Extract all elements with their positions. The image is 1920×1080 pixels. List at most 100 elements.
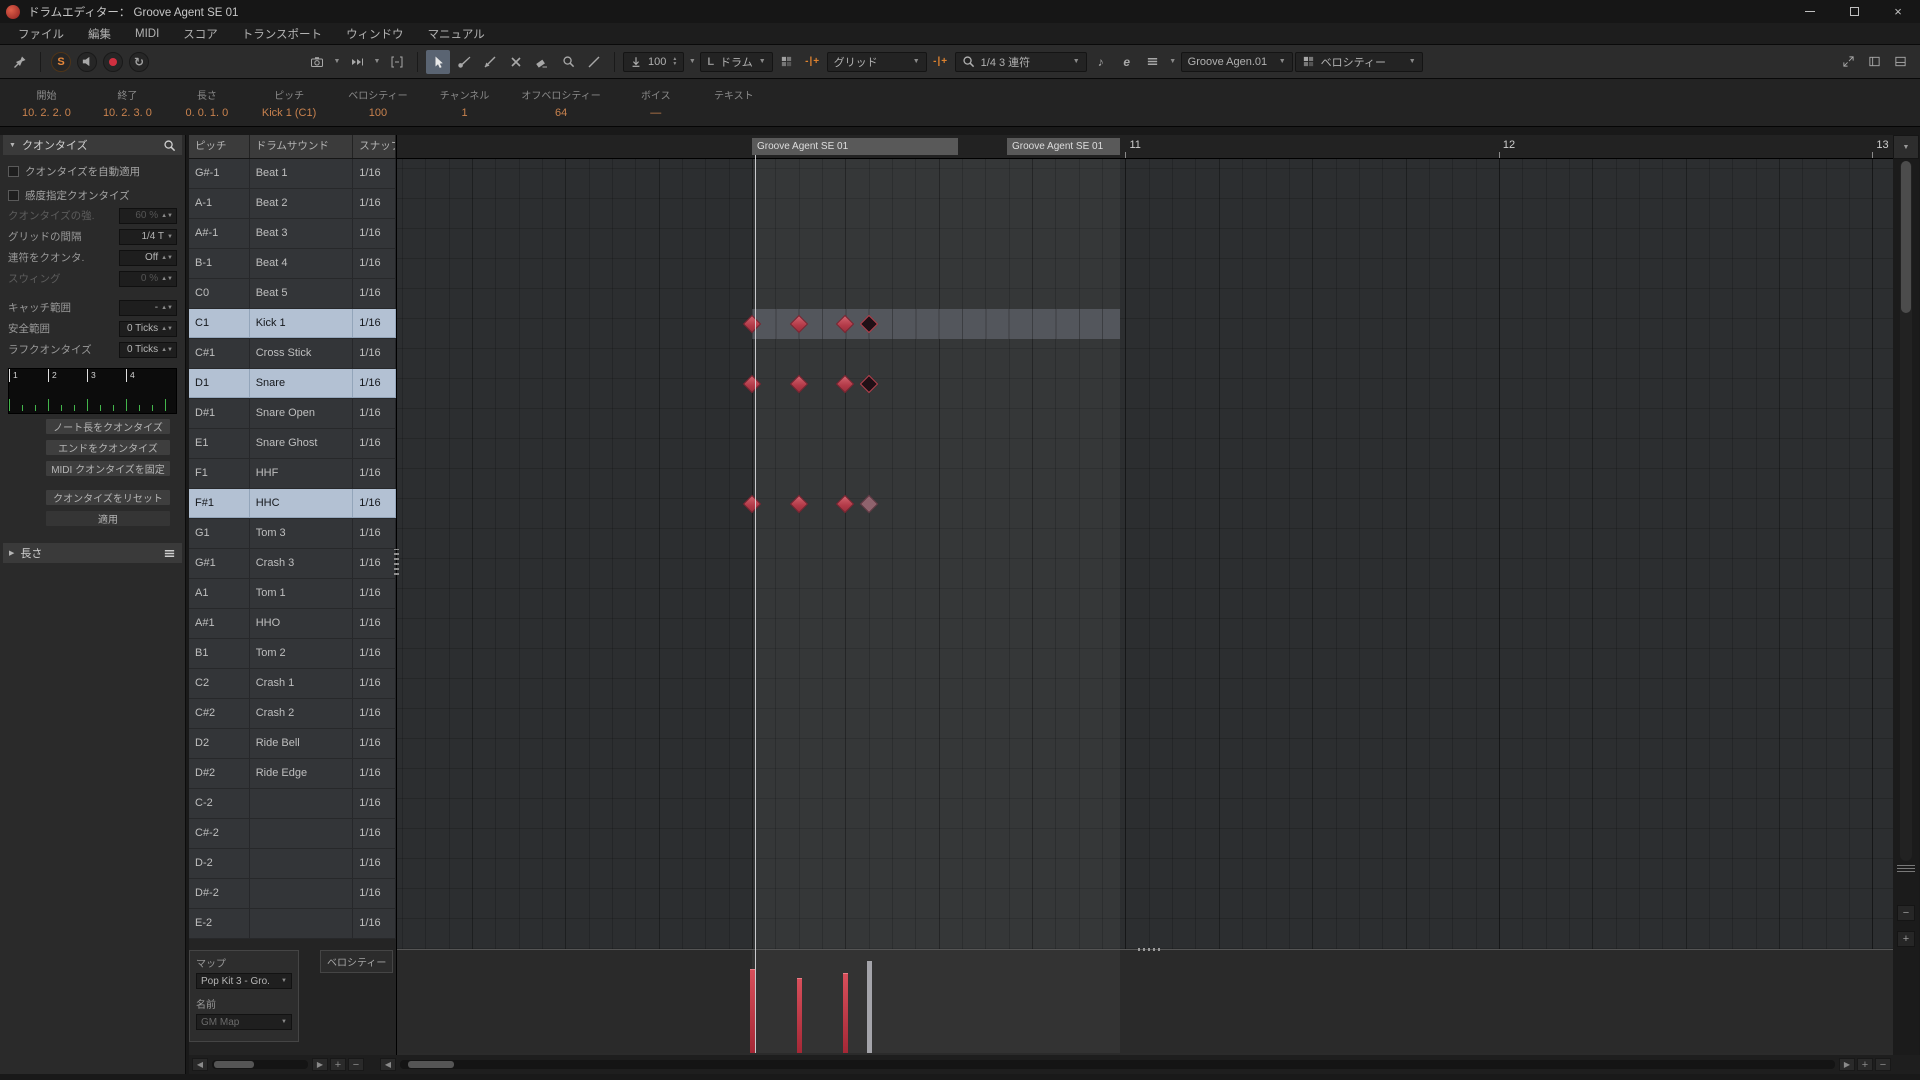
list-scrollbar-thumb[interactable] xyxy=(214,1061,254,1068)
snap-on-off-button[interactable]: -|+ xyxy=(801,50,825,74)
drum-row-e-2[interactable]: E-21/16 xyxy=(189,909,396,939)
drum-row-gs-1[interactable]: G#-1Beat 11/16 xyxy=(189,159,396,189)
lane-splitter-handle[interactable] xyxy=(1897,865,1915,872)
lane-resize-handle[interactable] xyxy=(1138,948,1162,951)
list-scroll-right-button[interactable]: ▶ xyxy=(312,1058,328,1071)
vertical-zoom-out-button[interactable]: − xyxy=(1897,905,1915,921)
menu-item-1[interactable]: 編集 xyxy=(76,23,123,44)
drum-row-cs-2[interactable]: C#-21/16 xyxy=(189,819,396,849)
grid-scroll-right-button[interactable]: ▶ xyxy=(1839,1058,1855,1071)
part-name-chip-0[interactable]: Groove Agent SE 01 xyxy=(752,138,958,155)
map-name-dropdown[interactable]: GM Map ▼ xyxy=(196,1014,292,1030)
quantize-panel-header[interactable]: ▼ クオンタイズ xyxy=(3,135,182,155)
drum-row-cs2[interactable]: C#2Crash 21/16 xyxy=(189,699,396,729)
info-field-1[interactable]: 終了10. 2. 3. 0 xyxy=(87,79,168,126)
drum-row-b-1[interactable]: B-1Beat 41/16 xyxy=(189,249,396,279)
snap-type-dropdown[interactable]: グリッド ▼ xyxy=(827,52,927,72)
drum-row-ds-2[interactable]: D#-21/16 xyxy=(189,879,396,909)
object-selection-tool[interactable] xyxy=(426,50,450,74)
part-borders-button[interactable] xyxy=(385,50,409,74)
lanes-menu-button[interactable]: ▼ xyxy=(1167,52,1179,72)
autoscroll-button[interactable] xyxy=(345,50,369,74)
drum-row-ds2[interactable]: D#2Ride Edge1/16 xyxy=(189,759,396,789)
drum-row-c2[interactable]: C2Crash 11/16 xyxy=(189,669,396,699)
setup-window-layout-button[interactable] xyxy=(1888,50,1912,74)
drum-row-e1[interactable]: E1Snare Ghost1/16 xyxy=(189,429,396,459)
drum-row-c1[interactable]: C1Kick 11/16 xyxy=(189,309,396,339)
checkbox[interactable] xyxy=(8,190,19,201)
menu-item-2[interactable]: MIDI xyxy=(123,23,171,44)
menu-item-6[interactable]: マニュアル xyxy=(416,23,497,44)
drum-row-d1[interactable]: D1Snare1/16 xyxy=(189,369,396,399)
grid-snap-button[interactable]: -|+ xyxy=(929,50,953,74)
drum-map-dropdown[interactable]: Pop Kit 3 - Gro. ▼ xyxy=(196,973,292,989)
insert-velocity-menu-button[interactable]: ▼ xyxy=(686,52,698,72)
vertical-zoom-in-button[interactable]: + xyxy=(1897,931,1915,947)
erase-tool[interactable] xyxy=(530,50,554,74)
iterative-quantize-button[interactable]: ♪ xyxy=(1089,50,1113,74)
solo-button[interactable]: S xyxy=(51,52,71,72)
autoscroll-menu-button[interactable]: ▼ xyxy=(371,52,383,72)
zoom-tool[interactable] xyxy=(556,50,580,74)
insert-velocity-field[interactable]: 100 ▲▼ xyxy=(623,52,684,72)
minimize-button[interactable] xyxy=(1788,0,1832,23)
controller-lane-selector[interactable]: ベロシティー xyxy=(320,950,393,973)
column-header-2[interactable]: スナップ xyxy=(353,135,396,158)
vertical-scrollbar-thumb[interactable] xyxy=(1901,161,1911,313)
grid-horizontal-scrollbar[interactable] xyxy=(400,1060,1835,1069)
lanes-button[interactable] xyxy=(1141,50,1165,74)
project-cursor[interactable] xyxy=(755,155,756,1053)
quantize-preset-dropdown[interactable]: 1/4 3 連符 ▼ xyxy=(955,52,1087,72)
velocity-bar-5[interactable] xyxy=(867,961,872,1053)
info-field-8[interactable]: テキスト xyxy=(695,79,773,126)
list-scroll-left-button[interactable]: ◀ xyxy=(192,1058,208,1071)
drum-row-a-1[interactable]: A-1Beat 21/16 xyxy=(189,189,396,219)
info-field-2[interactable]: 長さ0. 0. 1. 0 xyxy=(168,79,246,126)
column-header-0[interactable]: ピッチ xyxy=(189,135,250,158)
event-colors-setup-button[interactable] xyxy=(775,50,799,74)
field-spinner[interactable]: Off▲▼ xyxy=(119,250,177,266)
quantize-button-0[interactable]: ノート長をクオンタイズ xyxy=(45,418,171,435)
column-splitter-handle[interactable] xyxy=(394,549,399,575)
velocity-controller-lane[interactable] xyxy=(397,949,1893,1053)
column-header-1[interactable]: ドラムサウンド xyxy=(250,135,353,158)
list-zoom-out-button[interactable]: − xyxy=(348,1058,364,1071)
drum-row-d-2[interactable]: D-21/16 xyxy=(189,849,396,879)
info-field-6[interactable]: オフベロシティー64 xyxy=(505,79,616,126)
drumstick-tool[interactable] xyxy=(452,50,476,74)
menu-item-3[interactable]: スコア xyxy=(171,23,230,44)
note-length-dropdown[interactable]: L ドラム ▼ xyxy=(700,52,772,72)
drum-row-c-2[interactable]: C-21/16 xyxy=(189,789,396,819)
velocity-bar-2[interactable] xyxy=(797,978,802,1053)
loop-button[interactable]: ↻ xyxy=(129,52,149,72)
info-field-5[interactable]: チャンネル1 xyxy=(424,79,506,126)
link-editors-button[interactable] xyxy=(8,50,32,74)
vertical-scrollbar[interactable] xyxy=(1900,161,1912,861)
quantize-button-2[interactable]: MIDI クオンタイズを固定 xyxy=(45,460,171,477)
drum-row-as1[interactable]: A#1HHO1/16 xyxy=(189,609,396,639)
field-spinner[interactable]: 0 Ticks▲▼ xyxy=(119,342,177,358)
quantize-reset-button[interactable]: クオンタイズをリセット xyxy=(45,489,171,506)
info-field-4[interactable]: ベロシティー100 xyxy=(332,79,423,126)
drum-row-d2[interactable]: D2Ride Bell1/16 xyxy=(189,729,396,759)
record-in-editor-button[interactable] xyxy=(103,52,123,72)
grid-scrollbar-thumb[interactable] xyxy=(408,1061,454,1068)
drum-note-grid[interactable] xyxy=(397,159,1893,949)
trim-tool[interactable] xyxy=(478,50,502,74)
grid-zoom-in-button[interactable]: + xyxy=(1857,1058,1873,1071)
left-zone-toggle-button[interactable] xyxy=(1862,50,1886,74)
close-button[interactable]: × xyxy=(1876,0,1920,23)
acoustic-feedback-button[interactable] xyxy=(77,52,97,72)
grid-scroll-left-button[interactable]: ◀ xyxy=(380,1058,396,1071)
drum-row-g1[interactable]: G1Tom 31/16 xyxy=(189,519,396,549)
grid-zoom-out-button[interactable]: − xyxy=(1875,1058,1891,1071)
timeline-ruler[interactable]: Groove Agent SE 01Groove Agent SE 011112… xyxy=(397,135,1893,159)
ruler-options-button[interactable]: ▼ xyxy=(1893,135,1919,159)
velocity-bar-4[interactable] xyxy=(843,973,848,1053)
quantize-button-1[interactable]: エンドをクオンタイズ xyxy=(45,439,171,456)
field-spinner[interactable]: 60 %▲▼ xyxy=(119,208,177,224)
info-field-0[interactable]: 開始10. 2. 2. 0 xyxy=(6,79,87,126)
list-zoom-in-button[interactable]: + xyxy=(330,1058,346,1071)
mute-tool[interactable] xyxy=(504,50,528,74)
drum-row-f1[interactable]: F1HHF1/16 xyxy=(189,459,396,489)
